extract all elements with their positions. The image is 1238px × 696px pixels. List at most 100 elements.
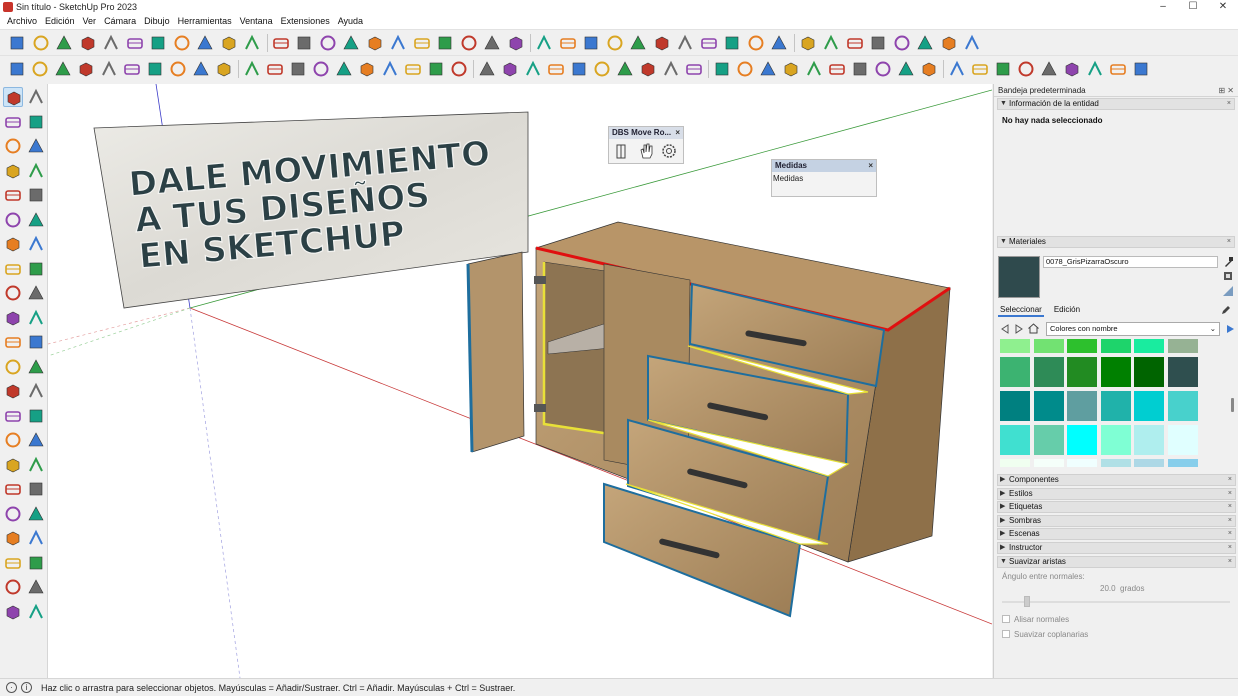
stack-icon[interactable] (477, 59, 497, 79)
menu-ventana[interactable]: Ventana (236, 15, 277, 29)
material-swatch[interactable] (1000, 339, 1030, 353)
menu-camara[interactable]: Cámara (100, 15, 140, 29)
measurements-close-button[interactable]: × (868, 160, 873, 172)
axes-tool-icon[interactable] (3, 430, 23, 450)
front-view-icon[interactable] (388, 33, 408, 53)
paste-icon[interactable] (125, 33, 145, 53)
blue-hook-icon[interactable] (827, 59, 847, 79)
eraser-icon[interactable] (26, 112, 46, 132)
info-icon[interactable]: i (21, 682, 32, 693)
erase-icon[interactable] (148, 33, 168, 53)
material-swatch[interactable] (1100, 357, 1131, 387)
model-info-icon[interactable] (242, 33, 262, 53)
zoom-window-icon[interactable] (26, 479, 46, 499)
menu-ayuda[interactable]: Ayuda (334, 15, 367, 29)
refresh-gray-icon[interactable] (919, 59, 939, 79)
menu-archivo[interactable]: Archivo (3, 15, 41, 29)
home-icon[interactable] (1028, 323, 1039, 334)
panel-header-componentes[interactable]: ▶ Componentes × (997, 474, 1236, 486)
material-swatch[interactable] (1100, 391, 1131, 421)
sphere-icon[interactable] (288, 59, 308, 79)
orange-arrow-icon[interactable] (896, 59, 916, 79)
protractor-icon[interactable] (76, 59, 96, 79)
create-material-icon[interactable] (1222, 270, 1234, 282)
print-icon[interactable] (219, 33, 239, 53)
details-arrow-icon[interactable] (1225, 324, 1235, 334)
frame-icon[interactable] (380, 59, 400, 79)
materials-header[interactable]: ▼ Materiales × (997, 236, 1235, 248)
purple-cube-icon[interactable] (798, 33, 818, 53)
redo-icon[interactable] (195, 33, 215, 53)
hand-icon[interactable] (640, 143, 653, 159)
scale-icon[interactable] (3, 332, 23, 352)
gear-icon[interactable] (662, 144, 676, 158)
cube-component-icon[interactable] (3, 136, 23, 156)
offset-icon[interactable] (26, 332, 46, 352)
orbit-icon[interactable] (3, 455, 23, 475)
iso-cube-icon[interactable] (962, 33, 982, 53)
component-gold-icon[interactable] (506, 33, 526, 53)
material-swatch[interactable] (1134, 339, 1164, 353)
vray-icon[interactable] (191, 59, 211, 79)
home-icon[interactable] (628, 33, 648, 53)
arc-icon[interactable] (3, 234, 23, 254)
close-icon[interactable]: × (1228, 475, 1232, 485)
iso-view-icon[interactable] (341, 33, 361, 53)
close-icon[interactable]: × (1227, 99, 1231, 109)
close-icon[interactable]: × (1228, 529, 1232, 539)
flag-icon[interactable] (873, 59, 893, 79)
smooth-edges-header[interactable]: ▼ Suavizar aristas × (997, 556, 1236, 568)
orbit-tool-icon[interactable] (26, 87, 46, 107)
f6-icon[interactable] (769, 33, 789, 53)
close-icon[interactable]: × (1228, 557, 1232, 567)
component-green-icon[interactable] (558, 33, 578, 53)
sandbox-from-scratch-icon[interactable] (26, 577, 46, 597)
dome-icon[interactable] (145, 59, 165, 79)
sandbox-contours-icon[interactable] (3, 602, 23, 622)
layer-icon[interactable] (821, 33, 841, 53)
select-tool-icon[interactable] (3, 87, 23, 107)
material-swatch[interactable] (1167, 339, 1198, 353)
teapot-settings-icon[interactable] (265, 59, 285, 79)
close-icon[interactable]: × (1228, 502, 1232, 512)
measurements-toolbar[interactable]: Medidas × Medidas (771, 159, 877, 197)
material-name-field[interactable]: 0078_GrisPizarraOscuro (1043, 256, 1218, 268)
close-icon[interactable]: × (1228, 489, 1232, 499)
menu-edicion[interactable]: Edición (41, 15, 79, 29)
move-axis-icon[interactable] (892, 33, 912, 53)
angle-slider-knob[interactable] (1024, 596, 1031, 607)
roof-icon[interactable] (675, 33, 695, 53)
close-icon[interactable]: × (1228, 516, 1232, 526)
refresh-icon[interactable] (311, 59, 331, 79)
polygon-icon[interactable] (26, 210, 46, 230)
undo-icon[interactable] (172, 33, 192, 53)
close-icon[interactable]: × (1227, 237, 1231, 247)
lock-icon[interactable] (449, 59, 469, 79)
pie-icon[interactable] (26, 259, 46, 279)
material-swatch[interactable] (1033, 339, 1064, 353)
arc-3pt-icon[interactable] (3, 259, 23, 279)
select-tool-icon[interactable] (638, 59, 658, 79)
collection-select[interactable]: Colores con nombre ⌄ (1046, 322, 1220, 336)
cut-icon[interactable] (78, 33, 98, 53)
location-icon[interactable]: · (6, 682, 17, 693)
axes-icon[interactable] (318, 33, 338, 53)
smooth-normals-checkbox[interactable] (1002, 615, 1010, 623)
grid-icon[interactable] (7, 59, 27, 79)
menu-herramientas[interactable]: Herramientas (174, 15, 236, 29)
move-icon[interactable] (3, 283, 23, 303)
red-arrow-icon[interactable] (712, 59, 732, 79)
sun-icon[interactable] (334, 59, 354, 79)
tape-icon[interactable] (99, 59, 119, 79)
close-icon[interactable]: × (1228, 543, 1232, 553)
panel-header-sombras[interactable]: ▶ Sombras × (997, 514, 1236, 527)
entity-info-header[interactable]: ▼ Información de la entidad × (997, 98, 1235, 110)
sandbox-smoove-icon[interactable] (26, 602, 46, 622)
diagonal-icon[interactable] (781, 59, 801, 79)
tape-tool-icon[interactable] (3, 381, 23, 401)
panel-header-estilos[interactable]: ▶ Estilos × (997, 487, 1236, 500)
red-hook-icon[interactable] (850, 59, 870, 79)
open-file-icon[interactable] (31, 33, 51, 53)
zoom-extents-icon[interactable] (3, 504, 23, 524)
disc-icon[interactable] (168, 59, 188, 79)
